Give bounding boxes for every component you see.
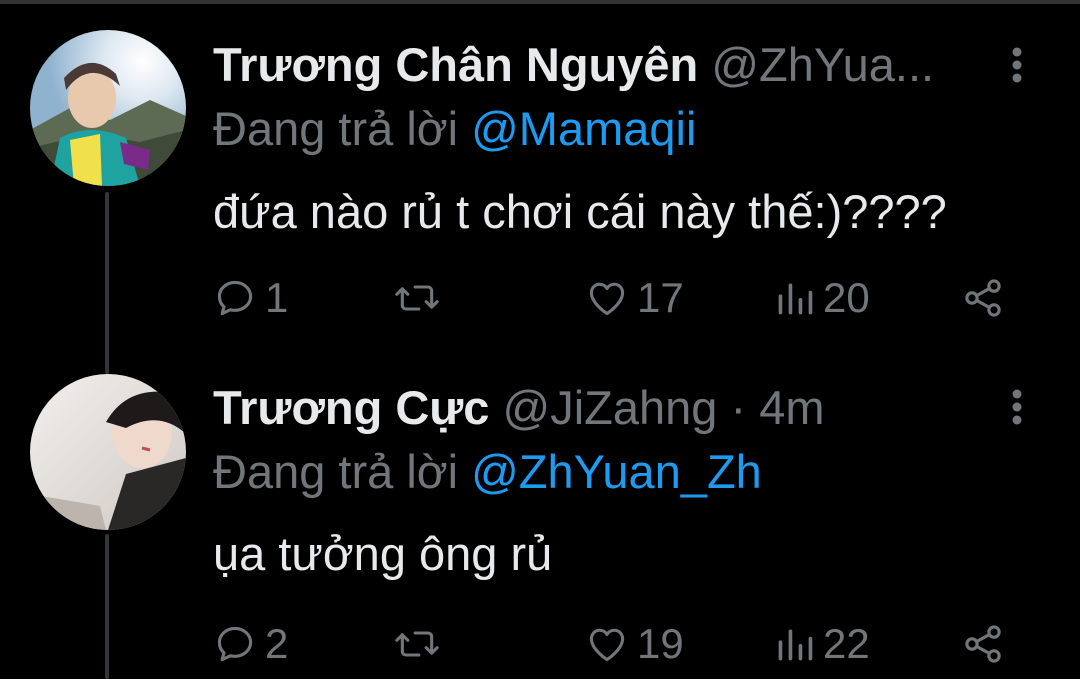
reply-button[interactable]: 2 <box>213 616 288 672</box>
like-button[interactable]: 19 <box>585 616 684 672</box>
tweet-actions: 2 19 22 <box>213 616 1013 672</box>
tweet-time: · 4m <box>717 381 825 434</box>
tweet[interactable]: Trương Cực @JiZahng · 4m Đang trả lời @Z… <box>0 0 1080 679</box>
display-name[interactable]: Trương Cực <box>213 381 489 434</box>
share-button[interactable] <box>961 616 1005 672</box>
like-icon <box>585 622 629 666</box>
share-icon <box>961 622 1005 666</box>
like-count: 19 <box>637 620 684 667</box>
retweet-button[interactable] <box>393 616 449 672</box>
reply-icon <box>213 622 257 666</box>
reply-count: 2 <box>265 620 289 667</box>
retweet-icon <box>393 622 441 666</box>
views-icon <box>775 622 815 666</box>
views-count: 22 <box>823 620 870 667</box>
avatar[interactable] <box>30 374 186 530</box>
user-handle[interactable]: @JiZahng <box>503 381 718 434</box>
replying-to-label: Đang trả lời <box>213 445 459 498</box>
tweet-header: Trương Cực @JiZahng · 4m <box>213 380 825 436</box>
more-icon[interactable] <box>1002 385 1032 429</box>
tweet-text: ụa tưởng ông rủ <box>213 527 553 580</box>
mention-link[interactable]: @ZhYuan_Zh <box>471 445 762 498</box>
replying-to: Đang trả lời @ZhYuan_Zh <box>213 444 762 500</box>
views-button[interactable]: 22 <box>775 616 870 672</box>
